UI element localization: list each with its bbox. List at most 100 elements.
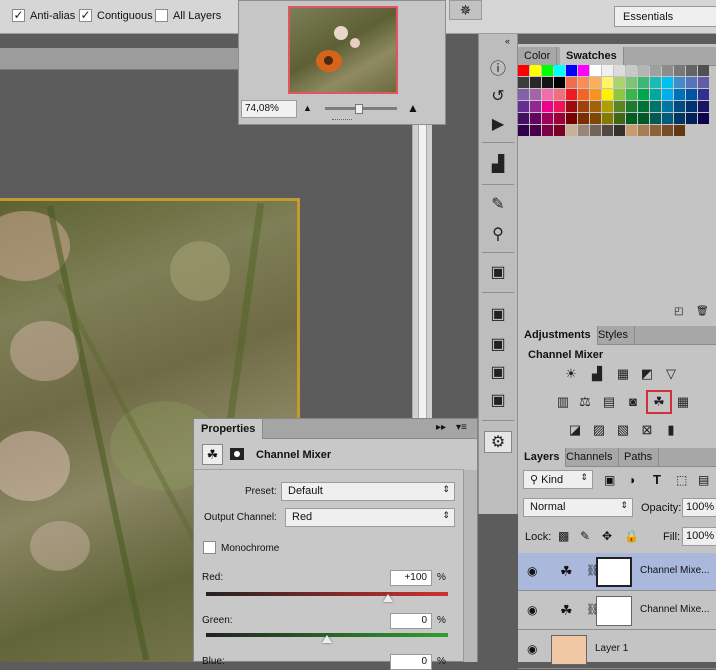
shape-filter-icon[interactable]: ⬚ xyxy=(676,473,687,487)
swatch[interactable] xyxy=(554,65,565,76)
gradient-map-icon[interactable]: ▮ xyxy=(662,422,680,438)
tab-properties[interactable]: Properties xyxy=(194,419,264,439)
swatch[interactable] xyxy=(566,65,577,76)
swatch[interactable] xyxy=(530,113,541,124)
swatch[interactable] xyxy=(626,89,637,100)
rotate-view-button[interactable]: ✵ xyxy=(449,0,482,20)
swatch[interactable] xyxy=(554,113,565,124)
swatch[interactable] xyxy=(578,89,589,100)
lock-position-icon[interactable]: ✥ xyxy=(602,529,612,543)
swatch[interactable] xyxy=(698,101,709,112)
swatch[interactable] xyxy=(578,125,589,136)
properties-dock-icon[interactable]: ⚙ xyxy=(484,431,512,453)
vibrance-icon[interactable]: ▽ xyxy=(662,366,680,382)
type-filter-icon[interactable]: T xyxy=(653,472,661,487)
swatch[interactable] xyxy=(638,65,649,76)
swatch[interactable] xyxy=(626,125,637,136)
eye-icon[interactable]: ◉ xyxy=(527,642,537,656)
blue-value-field[interactable]: 0 xyxy=(390,654,432,670)
tool-presets-icon[interactable]: ▣ xyxy=(484,334,512,356)
red-value-field[interactable]: +100 xyxy=(390,570,432,586)
swatch[interactable] xyxy=(566,89,577,100)
swatch[interactable] xyxy=(566,113,577,124)
green-slider-knob[interactable] xyxy=(322,635,332,643)
swatch[interactable] xyxy=(614,125,625,136)
swatch[interactable] xyxy=(698,89,709,100)
swatch[interactable] xyxy=(674,101,685,112)
swatch[interactable] xyxy=(638,89,649,100)
layer-mask-thumbnail[interactable] xyxy=(596,596,632,626)
swatch[interactable] xyxy=(554,89,565,100)
tab-paths[interactable]: Paths xyxy=(618,448,660,467)
swatch[interactable] xyxy=(530,77,541,88)
tab-swatches[interactable]: Swatches xyxy=(560,47,624,66)
swatch[interactable] xyxy=(566,101,577,112)
swatch[interactable] xyxy=(542,113,553,124)
navigator-thumbnail[interactable] xyxy=(288,6,398,94)
swatch[interactable] xyxy=(542,65,553,76)
swatch[interactable] xyxy=(674,125,685,136)
swatch[interactable] xyxy=(542,77,553,88)
swatch[interactable] xyxy=(530,89,541,100)
brightness-contrast-icon[interactable]: ☀ xyxy=(562,366,580,382)
anti-alias-checkbox[interactable]: ✓ xyxy=(12,9,25,22)
zoom-level-field[interactable]: 74,08% xyxy=(241,100,297,118)
threshold-icon[interactable]: ▧ xyxy=(614,422,632,438)
collapse-panel-icon[interactable]: ▸▸ xyxy=(436,422,446,433)
swatch[interactable] xyxy=(518,89,529,100)
tab-adjustments[interactable]: Adjustments xyxy=(518,326,598,345)
swatch[interactable] xyxy=(590,101,601,112)
actions-play-icon[interactable]: ▶ xyxy=(484,114,512,136)
swatch[interactable] xyxy=(674,77,685,88)
swatch[interactable] xyxy=(518,113,529,124)
swatch[interactable] xyxy=(698,65,709,76)
output-channel-select[interactable]: Red ⇕ xyxy=(285,508,455,527)
histogram-icon[interactable]: ▟ xyxy=(484,154,512,176)
swatch[interactable] xyxy=(650,89,661,100)
channel-mixer-icon[interactable]: ☘ xyxy=(646,390,672,414)
swatch[interactable] xyxy=(518,77,529,88)
swatch[interactable] xyxy=(614,101,625,112)
swatch[interactable] xyxy=(674,65,685,76)
swatch[interactable] xyxy=(602,113,613,124)
swatch[interactable] xyxy=(650,125,661,136)
swatch[interactable] xyxy=(662,89,673,100)
swatch[interactable] xyxy=(698,113,709,124)
swatch[interactable] xyxy=(614,65,625,76)
swatch[interactable] xyxy=(686,77,697,88)
swatch[interactable] xyxy=(614,77,625,88)
black-white-icon[interactable]: ▤ xyxy=(600,394,618,410)
red-slider-track[interactable] xyxy=(206,592,448,596)
info-icon[interactable]: ⓘ xyxy=(484,59,512,81)
swatch[interactable] xyxy=(518,101,529,112)
blend-mode-select[interactable]: Normal ⇕ xyxy=(523,498,633,517)
clone-source-icon[interactable]: ▣ xyxy=(484,304,512,326)
swatch[interactable] xyxy=(638,113,649,124)
swatch[interactable] xyxy=(650,113,661,124)
trash-icon[interactable]: 🗑 xyxy=(696,306,709,317)
swatch[interactable] xyxy=(590,125,601,136)
tab-channels[interactable]: Channels xyxy=(560,448,620,467)
color-lookup-icon[interactable]: ▦ xyxy=(674,394,692,410)
resize-grip[interactable] xyxy=(332,119,352,123)
swatch[interactable] xyxy=(626,113,637,124)
swatch[interactable] xyxy=(530,101,541,112)
vertical-scrollbar[interactable] xyxy=(412,124,432,424)
green-value-field[interactable]: 0 xyxy=(390,613,432,629)
swatch[interactable] xyxy=(662,77,673,88)
swatch[interactable] xyxy=(614,113,625,124)
swatch[interactable] xyxy=(554,77,565,88)
tab-color[interactable]: Color xyxy=(518,47,558,66)
swatch[interactable] xyxy=(578,113,589,124)
swatch[interactable] xyxy=(686,65,697,76)
swatch[interactable] xyxy=(602,125,613,136)
hue-saturation-icon[interactable]: ▥ xyxy=(554,394,572,410)
swatch[interactable] xyxy=(626,65,637,76)
zoom-in-icon[interactable]: ▲ xyxy=(407,101,419,115)
swatch[interactable] xyxy=(674,89,685,100)
fill-field[interactable]: 100% xyxy=(682,527,716,546)
swatch[interactable] xyxy=(554,101,565,112)
paragraph-icon[interactable]: ▣ xyxy=(484,390,512,412)
curves-icon[interactable]: ▦ xyxy=(614,366,632,382)
photo-filter-icon[interactable]: ◙ xyxy=(624,394,642,410)
